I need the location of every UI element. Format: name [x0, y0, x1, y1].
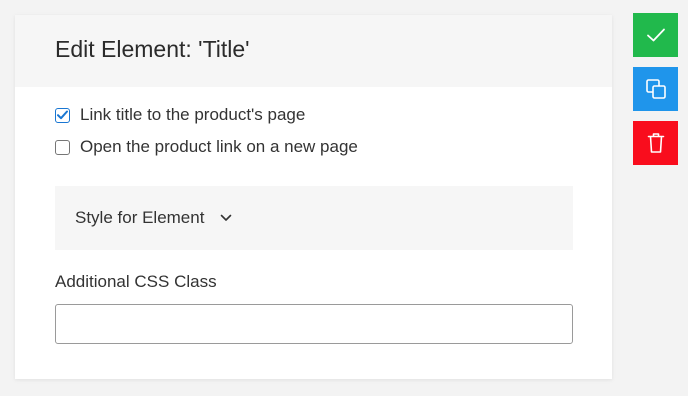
style-for-element-label: Style for Element	[75, 208, 205, 227]
link-title-checkbox[interactable]	[55, 107, 70, 123]
check-icon	[646, 28, 665, 42]
panel-header: Edit Element: 'Title'	[15, 15, 612, 87]
copy-icon	[645, 79, 666, 99]
panel-title: Edit Element: 'Title'	[55, 36, 250, 62]
save-button[interactable]	[633, 13, 678, 57]
style-for-element-toggle[interactable]: Style for Element	[55, 186, 573, 250]
chevron-down-icon	[220, 214, 232, 222]
link-title-option[interactable]: Link title to the product's page	[55, 104, 305, 126]
open-new-page-label: Open the product link on a new page	[80, 137, 358, 156]
duplicate-button[interactable]	[633, 67, 678, 111]
open-new-page-checkbox[interactable]	[55, 139, 70, 155]
open-new-page-option[interactable]: Open the product link on a new page	[55, 136, 358, 158]
link-title-label: Link title to the product's page	[80, 105, 306, 124]
edit-element-panel: Edit Element: 'Title' Link title to the …	[15, 15, 612, 379]
checkmark-icon	[57, 110, 68, 120]
css-class-label: Additional CSS Class	[55, 272, 217, 291]
css-class-input[interactable]	[55, 304, 573, 344]
delete-button[interactable]	[633, 121, 678, 165]
trash-icon	[647, 133, 664, 153]
